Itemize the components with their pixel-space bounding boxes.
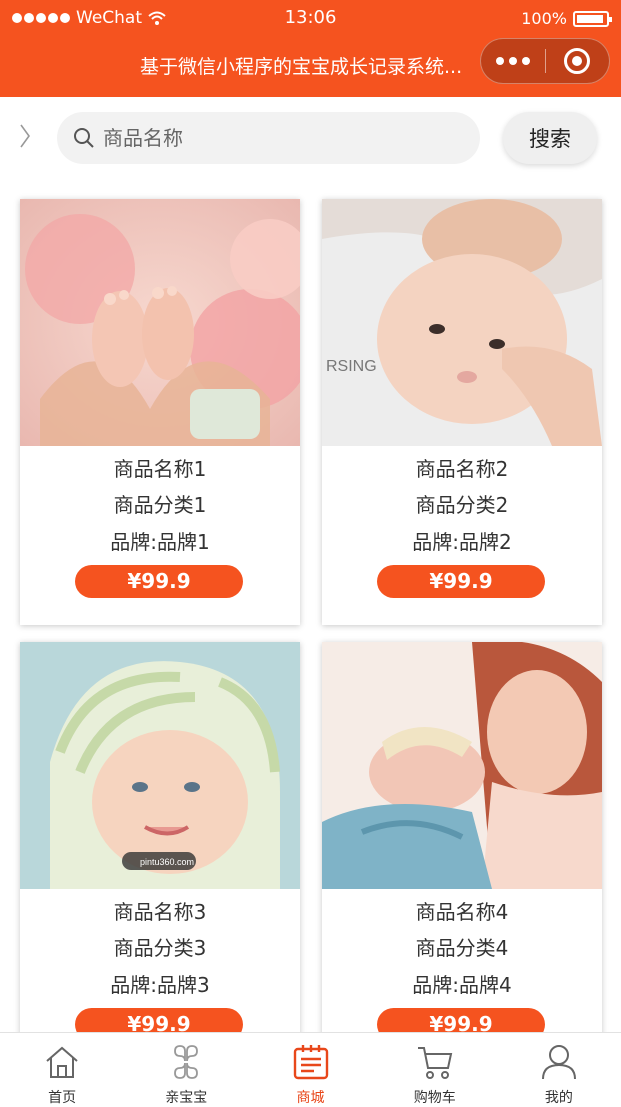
clover-icon bbox=[174, 1045, 199, 1079]
mini-program-capsule bbox=[480, 38, 610, 84]
product-card[interactable]: RSING 商品名称2 商品分类2 品牌:品牌2 ¥99.9 bbox=[322, 199, 602, 625]
cart-icon bbox=[417, 1047, 452, 1079]
tab-label: 购物车 bbox=[413, 1090, 456, 1106]
baby-towel-photo: pintu360.com bbox=[20, 642, 300, 889]
product-brand: 品牌:品牌1 bbox=[110, 530, 210, 554]
top-bar: WeChat 13:06 100% 基于微信小程序的宝宝成长记录系统... bbox=[0, 0, 621, 97]
close-target-icon bbox=[564, 48, 591, 74]
user-icon bbox=[541, 1045, 576, 1080]
product-category: 商品分类3 bbox=[113, 936, 207, 960]
tab-label: 商城 bbox=[296, 1090, 325, 1106]
battery-indicator: 100% bbox=[521, 9, 612, 28]
search-icon bbox=[74, 128, 94, 148]
tab-label: 首页 bbox=[48, 1090, 77, 1106]
search-box[interactable] bbox=[57, 112, 480, 164]
chevron-right-icon[interactable] bbox=[18, 123, 32, 149]
status-bar: WeChat 13:06 100% bbox=[0, 0, 621, 36]
close-mini-program-button[interactable] bbox=[546, 48, 610, 74]
product-name: 商品名称2 bbox=[415, 457, 509, 481]
search-input[interactable] bbox=[103, 126, 463, 150]
page-title: 基于微信小程序的宝宝成长记录系统... bbox=[140, 56, 463, 78]
tab-mall[interactable]: 商城 bbox=[248, 1033, 372, 1107]
product-category: 商品分类2 bbox=[415, 493, 509, 517]
price-button[interactable]: ¥99.9 bbox=[377, 1008, 545, 1032]
product-name: 商品名称1 bbox=[113, 457, 207, 481]
product-image[interactable]: pintu360.com bbox=[20, 642, 300, 889]
product-brand: 品牌:品牌2 bbox=[412, 530, 512, 554]
product-name: 商品名称4 bbox=[415, 900, 509, 924]
tab-cart[interactable]: 购物车 bbox=[373, 1033, 497, 1107]
product-card[interactable]: pintu360.com 商品名称3 商品分类3 品牌:品牌3 ¥99.9 bbox=[20, 642, 300, 1032]
home-icon bbox=[46, 1046, 78, 1078]
product-card[interactable]: 商品名称4 商品分类4 品牌:品牌4 ¥99.9 bbox=[322, 642, 602, 1032]
price-button[interactable]: ¥99.9 bbox=[75, 1008, 243, 1032]
baby-face-photo: RSING bbox=[322, 199, 602, 446]
product-grid: 商品名称1 商品分类1 品牌:品牌1 ¥99.9 RSING 商品名称2 商品分… bbox=[0, 179, 621, 1032]
product-image[interactable] bbox=[322, 642, 602, 889]
search-button[interactable]: 搜索 bbox=[503, 112, 597, 164]
product-name: 商品名称3 bbox=[113, 900, 207, 924]
tab-label: 亲宝宝 bbox=[165, 1090, 208, 1106]
product-image[interactable] bbox=[20, 199, 300, 446]
svg-text:pintu360.com: pintu360.com bbox=[140, 857, 194, 867]
battery-icon bbox=[573, 10, 612, 27]
more-menu-button[interactable] bbox=[481, 57, 545, 65]
battery-percent: 100% bbox=[521, 9, 567, 28]
product-image[interactable]: RSING bbox=[322, 199, 602, 446]
tab-mine[interactable]: 我的 bbox=[497, 1033, 621, 1107]
search-row: 搜索 bbox=[0, 97, 621, 179]
tab-baby[interactable]: 亲宝宝 bbox=[124, 1033, 248, 1107]
baby-feet-photo bbox=[20, 199, 300, 446]
product-brand: 品牌:品牌4 bbox=[412, 973, 512, 997]
calendar-icon bbox=[293, 1045, 328, 1080]
tab-home[interactable]: 首页 bbox=[0, 1033, 124, 1107]
product-category: 商品分类4 bbox=[415, 936, 509, 960]
price-button[interactable]: ¥99.9 bbox=[75, 565, 243, 598]
product-category: 商品分类1 bbox=[113, 493, 207, 517]
mother-newborn-photo bbox=[322, 642, 602, 889]
price-button[interactable]: ¥99.9 bbox=[377, 565, 545, 598]
tab-label: 我的 bbox=[544, 1090, 573, 1106]
product-brand: 品牌:品牌3 bbox=[110, 973, 210, 997]
bottom-tab-bar: 首页 亲宝宝 商城 购物车 我的 bbox=[0, 1032, 621, 1107]
product-card[interactable]: 商品名称1 商品分类1 品牌:品牌1 ¥99.9 bbox=[20, 199, 300, 625]
svg-text:RSING: RSING bbox=[326, 358, 377, 375]
